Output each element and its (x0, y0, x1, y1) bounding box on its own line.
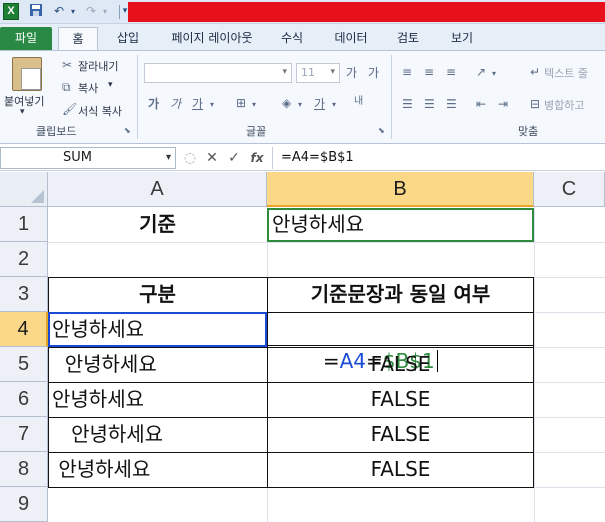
borders-dropdown-icon[interactable]: ▾ (252, 98, 256, 112)
wrap-text-icon: ↵ (530, 65, 541, 79)
underline-icon[interactable]: 가 (192, 97, 203, 111)
align-middle-icon[interactable]: ≡ (424, 65, 434, 79)
copy-button[interactable]: 복사 (78, 80, 98, 96)
edit-formula-text: =A4=$B$1 (272, 313, 438, 373)
cell-a6[interactable]: 안녕하세요 (52, 382, 267, 417)
toolbar-divider (119, 5, 120, 19)
align-bottom-icon[interactable]: ≡ (446, 65, 456, 79)
reference-highlight-a4 (48, 312, 267, 347)
undo-icon[interactable]: ↶ (50, 3, 68, 20)
decrease-indent-icon[interactable]: ⇤ (476, 97, 486, 111)
grow-font-icon[interactable]: 가 (346, 66, 357, 80)
tab-formulas[interactable]: 수식 (272, 27, 312, 50)
cell-b4-editor[interactable]: =A4=$B$1 (267, 312, 534, 373)
reference-highlight-b1 (267, 208, 534, 242)
align-center-icon[interactable]: ☰ (424, 97, 435, 111)
scissors-icon: ✂ (62, 58, 73, 72)
font-size-input[interactable]: 11 ▾ (296, 63, 340, 83)
orientation-icon[interactable]: ↗ (476, 65, 486, 79)
align-right-icon[interactable]: ☰ (446, 97, 457, 111)
cell-b8[interactable]: FALSE (267, 452, 534, 487)
phonetic-icon[interactable]: 내 (354, 95, 363, 109)
orientation-dropdown-icon[interactable]: ▾ (492, 67, 496, 81)
cell-b7[interactable]: FALSE (267, 417, 534, 452)
font-launcher-icon[interactable]: ⬊ (378, 124, 385, 138)
clipboard-group-label: 클립보드 (36, 125, 77, 138)
fill-color-dropdown-icon[interactable]: ▾ (298, 98, 302, 112)
redo-dropdown-icon[interactable]: ▾ (100, 3, 110, 20)
merge-button[interactable]: 병합하고 (544, 97, 584, 113)
title-bar: X ↶ ▾ ↷ ▾ ▾ (0, 0, 605, 24)
insert-function-button[interactable]: fx (247, 148, 267, 168)
underline-dropdown-icon[interactable]: ▾ (210, 98, 214, 112)
formula-input[interactable]: =A4=$B$1 (272, 147, 605, 169)
ribbon-home: 붙여넣기 ▾ ✂ 잘라내기 ⧉ 복사 ▾ 🖌 서식 복사 클립보드 ⬊ ▾ 11… (0, 50, 605, 144)
align-left-icon[interactable]: ☰ (402, 97, 413, 111)
cell-b5[interactable]: FALSE (267, 347, 534, 382)
group-divider (391, 55, 392, 139)
font-name-input[interactable]: ▾ (144, 63, 292, 83)
redo-icon[interactable]: ↷ (82, 3, 100, 20)
alignment-group-label: 맞춤 (518, 125, 539, 138)
worksheet-grid[interactable]: A B C 1 2 3 4 5 6 7 8 9 기준 안녕하세요 구분 기준문장… (0, 172, 605, 522)
tab-page-layout[interactable]: 페이지 레이아웃 (160, 27, 264, 50)
tab-data[interactable]: 데이터 (326, 27, 376, 50)
font-name-dropdown-icon[interactable]: ▾ (282, 67, 287, 77)
font-group-label: 글꼴 (246, 125, 267, 138)
bold-icon[interactable]: 가 (148, 97, 159, 111)
cell-a3[interactable]: 구분 (48, 277, 267, 312)
increase-indent-icon[interactable]: ⇥ (498, 97, 508, 111)
save-icon[interactable] (27, 3, 45, 20)
cancel-icon[interactable]: ✕ (203, 148, 221, 168)
clipboard-launcher-icon[interactable]: ⬊ (124, 124, 131, 138)
cell-a8[interactable]: 안녕하세요 (52, 452, 267, 487)
format-painter-icon: 🖌 (62, 102, 78, 116)
group-divider (137, 55, 138, 139)
tab-view[interactable]: 보기 (442, 27, 482, 50)
font-color-icon[interactable]: 가 (314, 97, 325, 111)
tab-insert[interactable]: 삽입 (108, 27, 148, 50)
font-size-value: 11 (301, 66, 315, 79)
formula-bar-grip-icon: ◌ (183, 150, 197, 166)
title-redaction (128, 2, 605, 22)
copy-dropdown-icon[interactable]: ▾ (108, 80, 113, 90)
cell-a1[interactable]: 기준 (48, 207, 267, 242)
cell-b6[interactable]: FALSE (267, 382, 534, 417)
tab-file[interactable]: 파일 (0, 27, 52, 50)
cell-b3[interactable]: 기준문장과 동일 여부 (267, 277, 534, 312)
borders-icon[interactable]: ⊞ (236, 96, 246, 110)
excel-logo-icon[interactable]: X (3, 3, 19, 20)
copy-icon: ⧉ (62, 80, 71, 94)
tab-home[interactable]: 홈 (58, 27, 98, 50)
fill-color-icon[interactable]: ◈ (282, 96, 291, 110)
align-top-icon[interactable]: ≡ (402, 65, 412, 79)
cell-a5[interactable]: 안녕하세요 (52, 347, 267, 382)
name-box[interactable]: SUM ▾ (0, 147, 176, 169)
paste-icon[interactable] (12, 57, 42, 91)
italic-icon[interactable]: 가 (170, 97, 181, 111)
enter-icon[interactable]: ✓ (225, 148, 243, 168)
format-painter-button[interactable]: 서식 복사 (78, 103, 122, 119)
name-box-value: SUM (63, 150, 92, 165)
undo-dropdown-icon[interactable]: ▾ (68, 3, 78, 20)
tab-review[interactable]: 검토 (388, 27, 428, 50)
cut-button[interactable]: 잘라내기 (78, 58, 118, 74)
font-color-dropdown-icon[interactable]: ▾ (332, 98, 336, 112)
ribbon-tabs: 파일 홈 삽입 페이지 레이아웃 수식 데이터 검토 보기 (0, 24, 605, 50)
font-size-dropdown-icon[interactable]: ▾ (330, 67, 335, 77)
formula-bar: SUM ▾ ◌ ✕ ✓ fx =A4=$B$1 (0, 145, 605, 171)
excel-window: X ↶ ▾ ↷ ▾ ▾ 파일 홈 삽입 페이지 레이아웃 수식 데이터 검토 보… (0, 0, 605, 522)
wrap-text-button[interactable]: 텍스트 줄 (544, 65, 588, 81)
name-box-dropdown-icon[interactable]: ▾ (166, 148, 171, 168)
shrink-font-icon[interactable]: 가 (368, 66, 379, 80)
cell-a7[interactable]: 안녕하세요 (52, 417, 267, 452)
paste-dropdown-icon[interactable]: ▾ (20, 107, 25, 117)
merge-icon: ⊟ (530, 97, 541, 111)
